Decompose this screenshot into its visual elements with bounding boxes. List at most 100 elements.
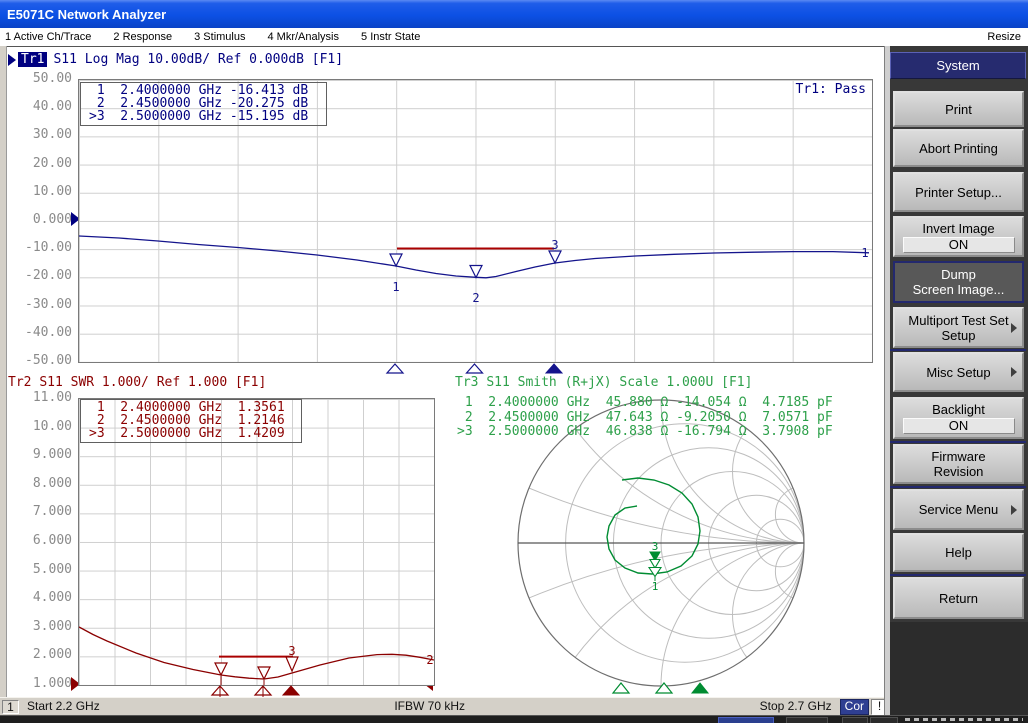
tr3-marker-1-pointer[interactable] [649, 568, 661, 577]
tr3-marker-3-label: 3 [652, 540, 659, 553]
tr1-tab[interactable]: Tr1 [18, 52, 47, 67]
softkey-label: Printer Setup... [915, 185, 1002, 200]
screen-left-border [0, 46, 7, 715]
tr1-marker-1-label: 1 [392, 280, 399, 294]
softkey-service-menu[interactable]: Service Menu [893, 489, 1024, 530]
softkey-label: Invert Image [922, 221, 994, 236]
tr2-header[interactable]: Tr2 S11 SWR 1.000/ Ref 1.000 [F1] [8, 375, 266, 390]
tr2-ytick: 11.00 [0, 391, 72, 405]
softkey-multiport-test-set-setup[interactable]: Multiport Test Set Setup [893, 307, 1024, 348]
tr1-marker-table: 1 2.4000000 GHz -16.413 dB 2 2.4500000 G… [80, 82, 327, 126]
submenu-arrow-icon [1011, 505, 1017, 515]
tr2-marker-2-pointer[interactable] [258, 667, 270, 679]
window-title: E5071C Network Analyzer [0, 7, 166, 22]
menu-bar: 1 Active Ch/Trace 2 Response 3 Stimulus … [0, 28, 1028, 47]
softkey-separator [890, 441, 1026, 443]
tr2-ytick-ref: 1.000 [0, 677, 72, 691]
softkey-label: Multiport Test Set Setup [908, 313, 1008, 343]
status-bar: 1 Start 2.2 GHz IFBW 70 kHz Stop 2.7 GHz… [0, 697, 890, 715]
tr1-ytick: 20.00 [0, 157, 72, 171]
tr1-marker-row: >3 2.5000000 GHz -15.195 dB [89, 110, 326, 123]
tr1-header[interactable]: Tr1 S11 Log Mag 10.00dB/ Ref 0.000dB [F1… [8, 52, 343, 67]
tr2-marker-1-pointer[interactable] [215, 663, 227, 675]
tr3-title: S11 Smith (R+jX) Scale 1.000U [F1] [486, 375, 752, 390]
softkey-backlight-value[interactable]: ON [903, 418, 1015, 434]
softkey-panel-empty-area [890, 622, 1028, 723]
softkey-backlight[interactable]: Backlight ON [893, 397, 1024, 439]
tr2-marker-stimulus-strip [78, 684, 433, 697]
title-bar[interactable]: E5071C Network Analyzer [0, 0, 1028, 28]
softkey-separator [890, 349, 1026, 351]
tr2-ytick: 3.000 [0, 620, 72, 634]
tr3-stimulus-marker-1-icon [613, 683, 629, 693]
softkey-label: Misc Setup [926, 365, 990, 380]
submenu-arrow-icon [1011, 323, 1017, 333]
softkey-invert-image[interactable]: Invert Image ON [893, 216, 1024, 257]
tr1-ytick: 10.00 [0, 185, 72, 199]
softkey-misc-setup[interactable]: Misc Setup [893, 352, 1024, 392]
tr1-ytick: -40.00 [0, 326, 72, 340]
menu-item-active-ch-trace[interactable]: 1 Active Ch/Trace [0, 31, 102, 43]
tr1-marker-3-pointer[interactable] [549, 251, 561, 263]
tr1-ytick: 30.00 [0, 128, 72, 142]
tr2-ytick: 10.00 [0, 420, 72, 434]
tr1-ytick: 40.00 [0, 100, 72, 114]
softkey-dump-screen-image[interactable]: Dump Screen Image... [893, 261, 1024, 303]
softkey-firmware-revision[interactable]: Firmware Revision [893, 444, 1024, 484]
tr2-ytick: 2.000 [0, 648, 72, 662]
tr2-ytick: 9.000 [0, 448, 72, 462]
stop-frequency: Stop 2.7 GHz [760, 700, 832, 714]
softkey-separator [890, 574, 1026, 576]
tr1-stimulus-marker-3-icon [546, 364, 562, 373]
tr3-marker-table: 1 2.4000000 GHz 45.880 Ω -14.054 Ω 4.718… [457, 396, 833, 440]
tr3-header[interactable]: Tr3 S11 Smith (R+jX) Scale 1.000U [F1] [455, 375, 752, 390]
taskbar-clock-sliver [905, 718, 1023, 721]
softkey-separator [890, 486, 1026, 488]
softkey-label: Backlight [932, 402, 985, 417]
tr1-ytick-ref: 0.000 [0, 213, 72, 227]
taskbar-key [786, 717, 828, 723]
tr1-ytick: -10.00 [0, 241, 72, 255]
softkey-return[interactable]: Return [893, 577, 1024, 619]
tr1-marker-2-pointer[interactable] [470, 266, 482, 278]
softkey-print[interactable]: Print [893, 91, 1024, 127]
tr1-marker-1-pointer[interactable] [390, 254, 402, 266]
tr3-marker-2-pointer[interactable] [650, 560, 660, 569]
tr2-stimulus-marker-3-icon [283, 686, 299, 695]
softkey-label: Service Menu [919, 502, 998, 517]
tr2-ytick: 7.000 [0, 505, 72, 519]
softkey-abort-printing[interactable]: Abort Printing [893, 129, 1024, 167]
softkey-help[interactable]: Help [893, 533, 1024, 572]
menu-item-mkr-analysis[interactable]: 4 Mkr/Analysis [256, 31, 350, 43]
softkey-label: Help [945, 545, 972, 560]
menu-item-instr-state[interactable]: 5 Instr State [350, 31, 431, 43]
tr2-ytick: 5.000 [0, 563, 72, 577]
softkey-label: Print [945, 102, 972, 117]
tr1-trace-end-label: 1 [861, 246, 868, 260]
tr2-label: Tr2 [8, 375, 31, 390]
menu-item-resize[interactable]: Resize [987, 31, 1028, 43]
tr2-ytick: 8.000 [0, 477, 72, 491]
tr2-marker-row: >3 2.5000000 GHz 1.4209 [89, 427, 301, 440]
softkey-printer-setup[interactable]: Printer Setup... [893, 172, 1024, 212]
tr1-limit-test-result: Tr1: Pass [760, 82, 866, 97]
app-window: E5071C Network Analyzer 1 Active Ch/Trac… [0, 0, 1028, 723]
tr2-marker-3-pointer[interactable] [286, 657, 298, 671]
menu-item-stimulus[interactable]: 3 Stimulus [183, 31, 256, 43]
tr3-marker-row: 2 2.4500000 GHz 47.643 Ω -9.2050 Ω 7.057… [457, 411, 833, 426]
tr1-marker-3-label: 3 [551, 238, 558, 252]
menu-item-response[interactable]: 2 Response [102, 31, 183, 43]
taskbar-key [842, 717, 868, 723]
correction-status-badge: Cor [840, 699, 869, 715]
tr3-stimulus-marker-2-icon [656, 683, 672, 693]
tr2-trace-end-label: 2 [426, 653, 433, 667]
tr1-ytick: -20.00 [0, 269, 72, 283]
tr3-label: Tr3 [455, 375, 478, 390]
tr3-marker-row: 1 2.4000000 GHz 45.880 Ω -14.054 Ω 4.718… [457, 396, 833, 411]
tr1-stimulus-marker-2-icon [467, 364, 483, 373]
tr1-ytick: 50.00 [0, 72, 72, 86]
softkey-invert-image-value[interactable]: ON [903, 237, 1015, 253]
taskbar-key [870, 717, 898, 723]
tr1-marker-stimulus-strip [78, 362, 871, 375]
taskbar-highlighted-key [718, 717, 774, 723]
